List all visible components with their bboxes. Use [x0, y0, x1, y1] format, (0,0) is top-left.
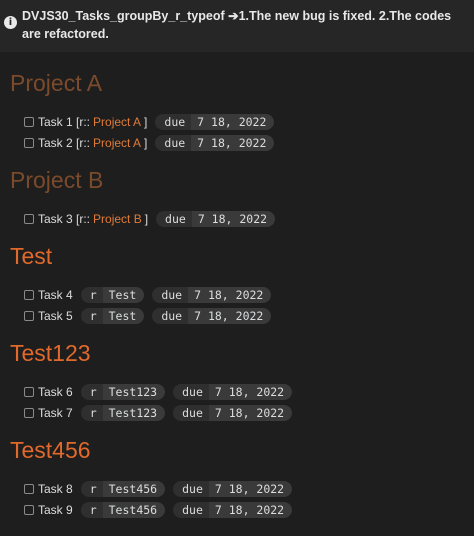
group-heading-test123: Test123: [10, 340, 91, 366]
due-field: due 7 18, 2022: [155, 114, 275, 130]
task-checkbox[interactable]: [24, 311, 34, 321]
task-label: Task 1 [r::: [38, 115, 91, 129]
bracket-close: ]: [144, 115, 148, 129]
internal-link[interactable]: Project B: [93, 212, 142, 226]
task-checkbox[interactable]: [24, 290, 34, 300]
task-checkbox[interactable]: [24, 214, 34, 224]
due-field: due 7 18, 2022: [173, 405, 293, 421]
task-checkbox[interactable]: [24, 387, 34, 397]
r-field: r Test: [80, 308, 145, 324]
info-icon: i: [4, 16, 17, 29]
due-field: due 7 18, 2022: [173, 384, 293, 400]
task-label: Task 5: [38, 309, 73, 323]
task-item: Task 5 r Test due 7 18, 2022: [24, 307, 272, 325]
task-checkbox[interactable]: [24, 138, 34, 148]
task-item: Task 1 [r:: Project A ] due 7 18, 2022: [24, 113, 275, 131]
task-label: Task 4: [38, 288, 73, 302]
due-field: due 7 18, 2022: [152, 308, 272, 324]
internal-link[interactable]: Project A: [93, 136, 141, 150]
r-field: r Test: [80, 287, 145, 303]
due-field: due 7 18, 2022: [152, 287, 272, 303]
task-item: Task 4 r Test due 7 18, 2022: [24, 286, 272, 304]
task-checkbox[interactable]: [24, 408, 34, 418]
task-label: Task 7: [38, 406, 73, 420]
group-heading-test456: Test456: [10, 437, 91, 463]
internal-link[interactable]: Project A: [93, 115, 141, 129]
task-label: Task 6: [38, 385, 73, 399]
due-field: due 7 18, 2022: [155, 135, 275, 151]
bracket-close: ]: [144, 212, 149, 226]
due-field: due 7 18, 2022: [173, 481, 293, 497]
task-item: Task 2 [r:: Project A ] due 7 18, 2022: [24, 134, 275, 152]
r-field: r Test123: [80, 384, 166, 400]
banner-text: DVJS30_Tasks_groupBy_r_typeof ➔1.The new…: [22, 9, 452, 41]
due-field: due 7 18, 2022: [173, 502, 293, 518]
task-item: Task 9 r Test456 due 7 18, 2022: [24, 501, 293, 519]
task-label: Task 2 [r::: [38, 136, 91, 150]
r-field: r Test456: [80, 481, 166, 497]
bracket-close: ]: [144, 136, 148, 150]
task-item: Task 8 r Test456 due 7 18, 2022: [24, 480, 293, 498]
callout-banner: i DVJS30_Tasks_groupBy_r_typeof ➔1.The n…: [0, 0, 474, 52]
task-item: Task 3 [r:: Project B ] due 7 18, 2022: [24, 210, 276, 228]
task-label: Task 3 [r::: [38, 212, 91, 226]
task-label: Task 9: [38, 503, 73, 517]
r-field: r Test456: [80, 502, 166, 518]
task-checkbox[interactable]: [24, 505, 34, 515]
task-label: Task 8: [38, 482, 73, 496]
r-field: r Test123: [80, 405, 166, 421]
group-heading-project-b: Project B: [10, 167, 104, 193]
task-item: Task 6 r Test123 due 7 18, 2022: [24, 383, 293, 401]
task-item: Task 7 r Test123 due 7 18, 2022: [24, 404, 293, 422]
group-heading-project-a: Project A: [10, 70, 103, 96]
group-heading-test: Test: [10, 243, 53, 269]
task-checkbox[interactable]: [24, 484, 34, 494]
due-field: due 7 18, 2022: [156, 211, 276, 227]
task-checkbox[interactable]: [24, 117, 34, 127]
